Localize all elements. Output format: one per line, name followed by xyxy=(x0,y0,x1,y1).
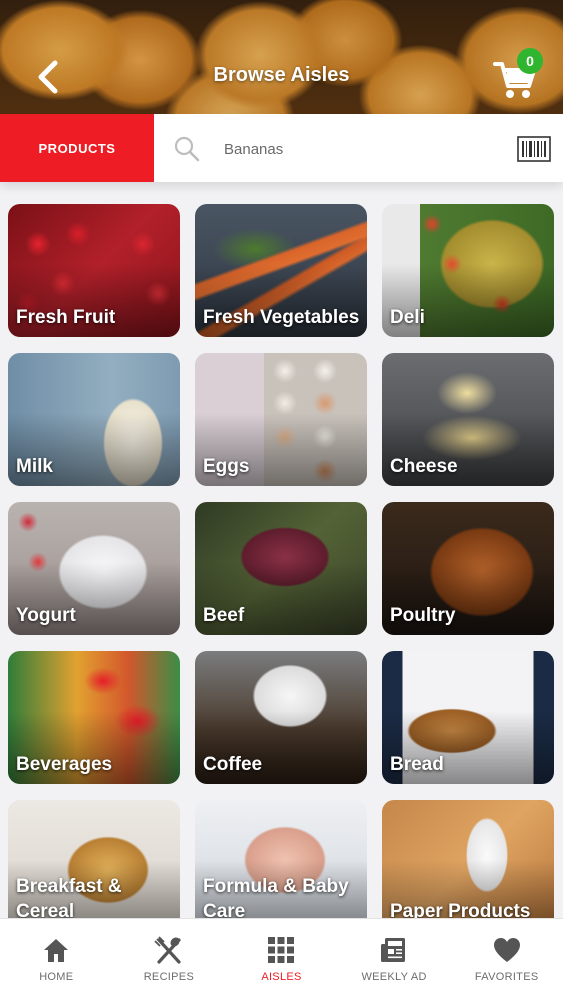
aisle-tile-bread[interactable]: Bread xyxy=(382,651,554,784)
aisle-tile-breakfast-cereal[interactable]: Breakfast & Cereal xyxy=(8,800,180,933)
nav-weekly-ad[interactable]: WEEKLY AD xyxy=(338,919,451,1000)
products-mode-button[interactable]: PRODUCTS xyxy=(0,114,154,182)
aisle-label: Beverages xyxy=(16,754,113,775)
aisle-label: Cheese xyxy=(390,456,458,477)
grid-icon xyxy=(268,937,295,963)
nav-label: HOME xyxy=(39,971,74,983)
aisle-tile-eggs[interactable]: Eggs xyxy=(195,353,367,486)
magnifier-icon xyxy=(174,136,200,162)
aisle-label: Poultry xyxy=(390,605,456,626)
fork-spoon-icon xyxy=(154,936,181,964)
bottom-navigation: HOME RECIPES AISLES WEEKLY AD FAVORITES xyxy=(0,918,563,1000)
cart-count-badge: 0 xyxy=(517,48,543,74)
aisle-label: Beef xyxy=(203,605,245,626)
top-bar: Browse Aisles 0 xyxy=(0,40,563,110)
barcode-icon[interactable] xyxy=(517,136,551,162)
aisle-label: Bread xyxy=(390,754,444,775)
aisle-tile-fresh-vegetables[interactable]: Fresh Vegetables xyxy=(195,204,367,337)
aisle-label: Deli xyxy=(390,307,425,328)
aisle-tile-fresh-fruit[interactable]: Fresh Fruit xyxy=(8,204,180,337)
nav-label: RECIPES xyxy=(143,971,195,983)
aisle-tile-deli[interactable]: Deli xyxy=(382,204,554,337)
search-bar: PRODUCTS xyxy=(0,114,563,182)
aisle-label: Fresh Fruit xyxy=(16,307,116,328)
aisle-tile-coffee[interactable]: Coffee xyxy=(195,651,367,784)
aisle-tile-poultry[interactable]: Poultry xyxy=(382,502,554,635)
heart-icon xyxy=(493,938,520,962)
aisle-label: Yogurt xyxy=(16,605,76,626)
aisle-tile-milk[interactable]: Milk xyxy=(8,353,180,486)
aisle-label: Eggs xyxy=(203,456,250,477)
aisle-label: Milk xyxy=(16,456,53,477)
search-field[interactable] xyxy=(154,114,563,182)
home-icon xyxy=(44,939,69,962)
nav-home[interactable]: HOME xyxy=(0,919,113,1000)
nav-recipes[interactable]: RECIPES xyxy=(113,919,226,1000)
aisle-tile-paper-products[interactable]: Paper Products xyxy=(382,800,554,933)
aisle-tile-beverages[interactable]: Beverages xyxy=(8,651,180,784)
aisle-tile-formula-baby-care[interactable]: Formula & Baby Care xyxy=(195,800,367,933)
aisle-tile-yogurt[interactable]: Yogurt xyxy=(8,502,180,635)
nav-aisles[interactable]: AISLES xyxy=(225,919,338,1000)
search-input[interactable] xyxy=(224,134,484,164)
nav-label: AISLES xyxy=(261,971,302,983)
page-title: Browse Aisles xyxy=(213,64,350,86)
nav-label: FAVORITES xyxy=(474,971,539,983)
nav-favorites[interactable]: FAVORITES xyxy=(450,919,563,1000)
aisle-label: Breakfast & Cereal xyxy=(16,876,122,922)
aisle-label: Formula & Baby Care xyxy=(203,876,349,922)
aisle-label: Fresh Vegetables xyxy=(203,307,360,328)
aisle-label: Coffee xyxy=(203,754,263,775)
newspaper-icon xyxy=(381,938,406,962)
cart-button[interactable]: 0 xyxy=(493,48,543,100)
nav-label: WEEKLY AD xyxy=(361,971,427,983)
aisle-tile-cheese[interactable]: Cheese xyxy=(382,353,554,486)
browse-aisles-screen: Browse Aisles 0 PRODUCTS Bananas Fresh F… xyxy=(0,0,563,1000)
aisle-tile-beef[interactable]: Beef xyxy=(195,502,367,635)
